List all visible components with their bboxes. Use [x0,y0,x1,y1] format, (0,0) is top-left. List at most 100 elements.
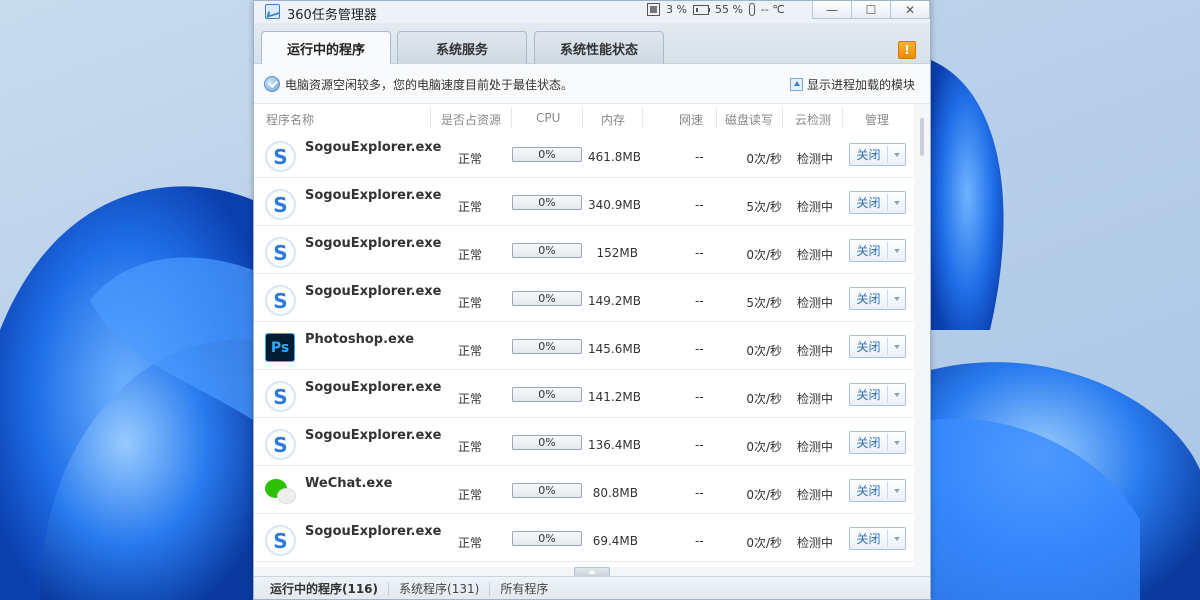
close-process-button[interactable]: 关闭 [849,431,906,454]
minimize-button[interactable]: — [812,1,852,19]
memory-usage: 149.2MB [588,294,641,308]
table-header: 程序名称 是否占资源 CPU 内存 网速 磁盘读写 云检测 管理 [254,104,914,130]
process-name: SogouExplorer.exe [305,140,442,155]
status-message: 电脑资源空闲较多，您的电脑速度目前处于最佳状态。 [285,78,574,92]
disk-io: 0次/秒 [746,488,782,502]
cpu-usage-bar: 0% [512,339,582,354]
show-modules-label: 显示进程加载的模块 [806,78,915,92]
close-process-button[interactable]: 关闭 [849,527,906,550]
close-process-button[interactable]: 关闭 [849,239,906,262]
column-divider [642,107,643,129]
chevron-down-icon[interactable] [888,201,905,205]
column-header-cloud[interactable]: 云检测 [795,111,831,128]
network-speed: -- [695,390,704,404]
table-row[interactable]: WeChat.exe 正常 0% 80.8MB -- 0次/秒 检测中 关闭 [254,466,914,514]
column-header-memory[interactable]: 内存 [601,111,625,128]
table-row[interactable]: S SogouExplorer.exe 正常 0% 136.4MB -- 0次/秒 检测中 关闭 [254,418,914,466]
tab-running-programs[interactable]: 运行中的程序 [261,31,391,65]
cloud-check-status: 检测中 [797,152,834,166]
network-speed: -- [695,438,704,452]
tab-system-performance[interactable]: 系统性能状态 [534,31,664,64]
chevron-down-icon[interactable] [888,489,905,493]
close-process-button[interactable]: 关闭 [849,335,906,358]
memory-stick-icon [692,4,710,15]
process-name: SogouExplorer.exe [305,284,442,299]
resource-status: 正常 [458,440,483,454]
bottom-tab-running[interactable]: 运行中的程序(116) [254,582,390,596]
close-process-label: 关闭 [850,242,888,259]
column-header-network[interactable]: 网速 [679,111,703,128]
network-speed: -- [695,150,704,164]
main-tabs: 运行中的程序 系统服务 系统性能状态 ! [254,23,930,65]
status-row: 电脑资源空闲较多，您的电脑速度目前处于最佳状态。 显示进程加载的模块 [254,64,930,104]
scrollbar-thumb[interactable] [920,118,924,156]
table-row[interactable]: S SogouExplorer.exe 正常 0% 69.4MB -- 0次/秒 检测中 关闭 [254,514,914,562]
close-process-button[interactable]: 关闭 [849,191,906,214]
cpu-usage-bar: 0% [512,243,582,258]
column-header-cpu[interactable]: CPU [536,111,560,125]
chevron-down-icon[interactable] [888,153,905,157]
column-divider [716,107,717,129]
close-process-label: 关闭 [850,290,888,307]
title-bar[interactable]: 360任务管理器 3 % 55 % -- ℃ — ☐ ✕ [254,1,930,23]
bottom-tab-system[interactable]: 系统程序(131) [389,582,491,596]
process-name: WeChat.exe [305,476,393,491]
column-header-name[interactable]: 程序名称 [266,111,314,128]
collapse-panel-handle[interactable] [574,567,610,576]
table-row[interactable]: S SogouExplorer.exe 正常 0% 149.2MB -- 5次/秒 检测中 关闭 [254,274,914,322]
cpu-usage-bar: 0% [512,195,582,210]
disk-io: 0次/秒 [746,440,782,454]
tab-system-services[interactable]: 系统服务 [397,31,527,64]
table-scrollbar[interactable] [914,104,930,567]
column-header-resource[interactable]: 是否占资源 [441,111,501,128]
network-speed: -- [695,534,704,548]
sogou-icon: S [265,429,296,460]
cpu-usage-bar: 0% [512,435,582,450]
close-process-label: 关闭 [850,146,888,163]
process-name: SogouExplorer.exe [305,236,442,251]
cloud-check-status: 检测中 [797,200,834,214]
chevron-down-icon[interactable] [888,297,905,301]
process-name: SogouExplorer.exe [305,428,442,443]
table-row[interactable]: S SogouExplorer.exe 正常 0% 340.9MB -- 5次/秒 检测中 关闭 [254,178,914,226]
resource-status: 正常 [458,392,483,406]
chevron-down-icon[interactable] [888,537,905,541]
bottom-tab-all[interactable]: 所有程序 [490,582,558,596]
table-row[interactable]: S SogouExplorer.exe 正常 0% 141.2MB -- 0次/秒 检测中 关闭 [254,370,914,418]
bottom-tabs: 运行中的程序(116) 系统程序(131) 所有程序 [254,576,930,599]
column-divider [511,107,512,129]
task-manager-logo-icon [265,4,280,19]
chevron-down-icon[interactable] [888,345,905,349]
maximize-button[interactable]: ☐ [851,1,891,19]
resource-status: 正常 [458,488,483,502]
disk-io: 0次/秒 [746,536,782,550]
close-process-button[interactable]: 关闭 [849,479,906,502]
table-row[interactable]: Ps Photoshop.exe 正常 0% 145.6MB -- 0次/秒 检测中 关闭 [254,322,914,370]
column-divider [842,107,843,129]
cloud-check-status: 检测中 [797,536,834,550]
process-name: SogouExplorer.exe [305,524,442,539]
cpu-usage-bar: 0% [512,531,582,546]
close-process-button[interactable]: 关闭 [849,383,906,406]
column-header-disk[interactable]: 磁盘读写 [725,111,773,128]
close-process-button[interactable]: 关闭 [849,287,906,310]
cloud-check-status: 检测中 [797,344,834,358]
sogou-icon: S [265,285,296,316]
warning-icon[interactable]: ! [898,41,916,59]
table-row[interactable]: S SogouExplorer.exe 正常 0% 152MB -- 0次/秒 检测中 关闭 [254,226,914,274]
disk-io: 5次/秒 [746,296,782,310]
process-name: SogouExplorer.exe [305,380,442,395]
chevron-down-icon[interactable] [888,393,905,397]
table-row[interactable]: S SogouExplorer.exe 正常 0% 461.8MB -- 0次/秒 检测中 关闭 [254,130,914,178]
thermometer-icon [748,3,755,16]
process-name: Photoshop.exe [305,332,415,347]
show-modules-link[interactable]: 显示进程加载的模块 [789,76,915,93]
chevron-down-icon[interactable] [888,249,905,253]
close-process-button[interactable]: 关闭 [849,143,906,166]
chevron-down-icon[interactable] [888,441,905,445]
disk-io: 0次/秒 [746,248,782,262]
memory-usage: 141.2MB [588,390,641,404]
memory-usage: 340.9MB [588,198,641,212]
cloud-check-status: 检测中 [797,296,834,310]
close-window-button[interactable]: ✕ [890,1,930,19]
